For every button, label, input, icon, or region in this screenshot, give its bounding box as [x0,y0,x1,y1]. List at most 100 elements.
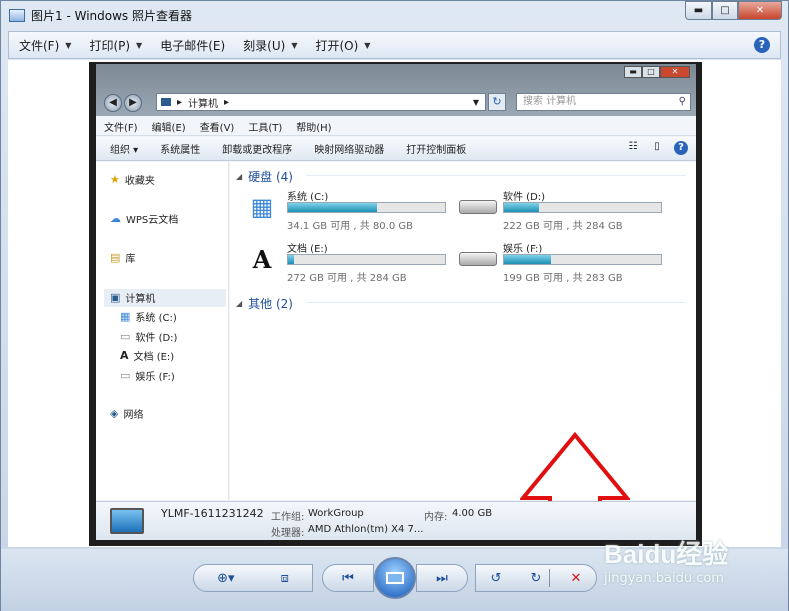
maximize-button[interactable]: □ [712,1,738,20]
nav-favorites-label: 收藏夹 [124,176,155,187]
nav-library-label: 库 [125,254,136,265]
nav-favorites: ★ 收藏夹 [110,172,155,187]
group-other: ◢ 其他 (2) [236,295,696,312]
memory-value: 4.00 GB [452,508,493,519]
preview-pane-icon: ▯ [654,141,660,152]
edit-actions-group: ↺ ↻ ✕ [475,564,597,592]
drive-icon [458,194,498,220]
address-bar: ▸ 计算机 ▸ ▼ [156,93,486,111]
group-other-label: 其他 (2) [248,297,293,311]
photo-viewer-icon [9,8,25,22]
nav-drive-d-label: 软件 (D:) [135,333,178,344]
previous-icon: ⏮ [342,570,354,586]
explorer-toolbar: 组织 ▾ 系统属性 卸载或更改程序 映射网络驱动器 打开控制面板 ☷ ▯ ? [96,137,696,161]
fit-window-icon[interactable]: ⧈ [281,571,289,586]
explorer-menu-file: 文件(F) [104,122,138,134]
nav-drive-d: ▭ 软件 (D:) [120,329,177,344]
group-divider [306,302,686,303]
zoom-fit-group: ⊕▾ ⧈ [193,564,313,592]
computer-icon [161,98,171,106]
drive-tile-d: 软件 (D:) 222 GB 可用 , 共 284 GB [458,188,673,232]
workgroup-value: WorkGroup [308,508,364,519]
viewer-menu-bar: 文件(F) ▼ 打印(P) ▼ 电子邮件(E) 刻录(U) ▼ 打开(O) ▼ ? [8,31,781,59]
menu-burn-label: 刻录(U) [243,38,286,53]
explorer-menu-tools: 工具(T) [248,122,283,134]
search-box: 搜索 计算机 ⚲ [516,93,691,111]
nav-drive-c: ▦ 系统 (C:) [120,309,177,324]
chevron-down-icon: ▼ [136,40,143,50]
address-arrow-after: ▸ [224,96,230,108]
explorer-maximize-icon: □ [642,66,660,78]
minimize-button[interactable]: ▬ [685,1,712,20]
cpu-value: AMD Athlon(tm) X4 7... [308,524,424,535]
explorer-menu-bar: 文件(F) 编辑(E) 查看(V) 工具(T) 帮助(H) [96,117,696,136]
close-button[interactable]: ✕ [738,1,782,20]
drive-tile-e: A 文档 (E:) 272 GB 可用 , 共 284 GB [242,240,457,284]
drive-tile-c: ▦ 系统 (C:) 34.1 GB 可用 , 共 80.0 GB [242,188,457,232]
drive-usage-fill [288,203,378,212]
explorer-minimize-icon: ▬ [624,66,642,78]
star-icon: ★ [110,173,120,186]
watermark-url: jingyan.baidu.com [604,571,724,586]
drive-info: 199 GB 可用 , 共 283 GB [503,273,623,284]
drive-usage-bar [287,254,446,265]
title-bar[interactable]: 图片1 - Windows 照片查看器 ▬ □ ✕ [1,1,788,29]
rotate-right-icon[interactable]: ↻ [531,571,542,586]
previous-button[interactable]: ⏮ [322,564,374,592]
drive-name: 软件 (D:) [503,192,546,203]
menu-email-label: 电子邮件(E) [160,38,226,53]
chevron-down-icon: ▼ [472,97,479,107]
explorer-titlebar: ▬ □ ✕ ◀ ▶ ▸ 计算机 ▸ ▼ ↻ 搜索 计算机 ⚲ [96,64,696,116]
drive-info: 222 GB 可用 , 共 284 GB [503,221,623,232]
next-button[interactable]: ⏭ [416,564,468,592]
explorer-close-icon: ✕ [660,66,690,78]
address-path: 计算机 [188,98,219,110]
nav-network-label: 网络 [123,410,144,421]
menu-burn[interactable]: 刻录(U) ▼ [243,37,297,54]
zoom-icon[interactable]: ⊕▾ [217,571,234,586]
drive-icon: ▭ [120,330,131,343]
windows-drive-icon: ▦ [120,310,131,323]
cloud-icon: ☁ [110,212,121,225]
window-title: 图片1 - Windows 照片查看器 [31,8,192,23]
explorer-menu-help: 帮助(H) [296,122,332,134]
font-drive-icon: A [252,244,272,274]
back-icon: ◀ [104,94,122,112]
menu-file[interactable]: 文件(F) ▼ [19,37,71,54]
drive-usage-fill [504,203,539,212]
explorer-window-image: ▬ □ ✕ ◀ ▶ ▸ 计算机 ▸ ▼ ↻ 搜索 计算机 ⚲ 文件(F) 编辑(… [96,64,696,540]
menu-print[interactable]: 打印(P) ▼ [89,37,142,54]
drive-icon: ▭ [120,369,131,382]
chevron-down-icon: ▼ [65,40,72,50]
chevron-down-icon: ▼ [364,40,371,50]
explorer-caption-buttons: ▬ □ ✕ [624,66,690,78]
toolbar-organize: 组织 ▾ [110,145,139,156]
drive-info: 34.1 GB 可用 , 共 80.0 GB [287,221,414,232]
search-icon: ⚲ [678,96,686,107]
explorer-help-icon: ? [674,141,688,155]
nav-drive-f: ▭ 娱乐 (F:) [120,368,175,383]
forward-icon: ▶ [124,94,142,112]
drive-usage-fill [288,255,295,264]
nav-drive-c-label: 系统 (C:) [135,313,177,324]
delete-icon[interactable]: ✕ [571,571,582,586]
chevron-down-icon: ▼ [291,40,298,50]
slideshow-button[interactable] [374,557,416,599]
menu-email[interactable]: 电子邮件(E) [160,37,225,54]
drive-tile-f: 娱乐 (F:) 199 GB 可用 , 共 283 GB [458,240,673,284]
rotate-left-icon[interactable]: ↺ [491,571,502,586]
help-icon[interactable]: ? [754,37,770,53]
memory-label: 内存: [424,512,448,523]
cpu-label: 处理器: [271,528,305,539]
drive-usage-bar [503,202,662,213]
displayed-screenshot: ▬ □ ✕ ◀ ▶ ▸ 计算机 ▸ ▼ ↻ 搜索 计算机 ⚲ 文件(F) 编辑(… [89,62,702,546]
nav-drive-e: A 文档 (E:) [120,348,174,363]
drive-info: 272 GB 可用 , 共 284 GB [287,273,407,284]
windows-drive-icon: ▦ [250,193,274,221]
nav-drive-f-label: 娱乐 (F:) [135,372,175,383]
toolbar-uninstall: 卸载或更改程序 [222,145,293,156]
collapse-triangle-icon: ◢ [236,299,243,308]
toolbar-control-panel: 打开控制面板 [406,145,467,156]
collapse-triangle-icon: ◢ [236,172,243,181]
menu-open[interactable]: 打开(O) ▼ [315,37,370,54]
